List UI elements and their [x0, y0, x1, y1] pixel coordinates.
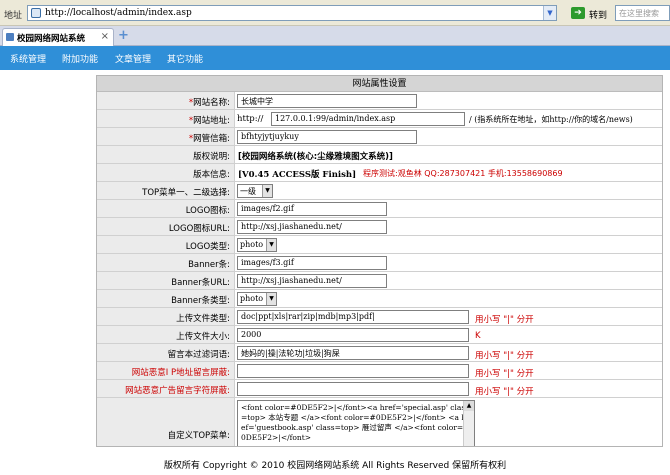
field-label: TOP菜单一、二级选择: [97, 182, 235, 199]
ip-block-hint: 用小写 "|" 分开 [475, 369, 534, 379]
field-label: 版本信息: [97, 164, 235, 181]
ip-block-input[interactable] [237, 364, 469, 378]
row-custom-top: 自定义TOP菜单: <font color=#0DE5F2>|</font><a… [97, 398, 662, 446]
address-dropdown-icon[interactable]: ▼ [543, 6, 556, 20]
row-banner: Banner条: images/f3.gif [97, 254, 662, 272]
custom-top-textarea[interactable]: <font color=#0DE5F2>|</font><a href='spe… [237, 400, 475, 446]
upload-types-hint: 用小写 "|" 分开 [475, 315, 534, 325]
field-label: 版权说明: [97, 146, 235, 163]
row-banner-url: Banner条URL: http://xsj.jiashanedu.net/ [97, 272, 662, 290]
field-label: 网站恶意I P地址留言屏蔽: [97, 362, 235, 379]
field-label: 上传文件大小: [97, 326, 235, 343]
row-logo-icon: LOGO图标: images/f2.gif [97, 200, 662, 218]
search-input[interactable]: 在这里搜索 [615, 5, 670, 21]
banner-input[interactable]: images/f3.gif [237, 256, 387, 270]
field-label: 自定义TOP菜单: [97, 398, 235, 446]
nav-extra-functions[interactable]: 附加功能 [62, 52, 98, 65]
version-note: 程序测试:观鱼林 QQ:287307421 手机:13558690869 [363, 169, 563, 178]
chevron-down-icon: ▼ [262, 185, 272, 197]
close-icon[interactable]: × [101, 31, 109, 42]
new-tab-icon[interactable]: + [118, 29, 130, 42]
filter-words-input[interactable]: 她妈的|操|法轮功|垃圾|狗屎 [237, 346, 469, 360]
version-value: [V0.45 ACCESS版 Finish] [238, 170, 357, 180]
banner-url-input[interactable]: http://xsj.jiashanedu.net/ [237, 274, 387, 288]
browser-tab[interactable]: 校园网络网站系统 × [2, 28, 114, 46]
tab-favicon-icon [6, 33, 14, 41]
field-label: 上传文件类型: [97, 308, 235, 325]
ad-block-input[interactable] [237, 382, 469, 396]
row-filter-words: 留言本过滤词语: 她妈的|操|法轮功|垃圾|狗屎 用小写 "|" 分开 [97, 344, 662, 362]
row-top-menu: TOP菜单一、二级选择: 一级 ▼ [97, 182, 662, 200]
nav-system-manage[interactable]: 系统管理 [10, 52, 46, 65]
copyright-value: [校园网络系统(核心:尘缘雅境图文系统)] [238, 152, 393, 162]
chevron-down-icon: ▼ [266, 293, 276, 305]
nav-other-functions[interactable]: 其它功能 [167, 52, 203, 65]
row-logo-type: LOGO类型: photo ▼ [97, 236, 662, 254]
row-admin-email: *网管信箱: bfhtyjytjuykuy [97, 128, 662, 146]
field-label: LOGO图标URL: [97, 218, 235, 235]
field-label: *网站名称: [97, 92, 235, 109]
site-name-input[interactable]: 长城中学 [237, 94, 417, 108]
nav-article-manage[interactable]: 文章管理 [115, 52, 151, 65]
site-url-hint: / (指系统所在地址，如http://你的域名/news) [469, 115, 633, 124]
field-label: Banner条类型: [97, 290, 235, 307]
upload-size-hint: K [475, 331, 481, 341]
row-copyright: 版权说明: [校园网络系统(核心:尘缘雅境图文系统)] [97, 146, 662, 164]
scroll-up-icon: ▲ [464, 401, 474, 411]
field-label: LOGO图标: [97, 200, 235, 217]
field-label: 留言本过滤词语: [97, 344, 235, 361]
address-url[interactable]: http://localhost/admin/index.asp [45, 8, 192, 18]
site-url-input[interactable]: 127.0.0.1:99/admin/index.asp [271, 112, 465, 126]
upload-types-input[interactable]: doc|ppt|xls|rar|zip|mdb|mp3|pdf| [237, 310, 469, 324]
filter-words-hint: 用小写 "|" 分开 [475, 351, 534, 361]
row-ad-block: 网站恶意广告留言字符屏蔽: 用小写 "|" 分开 [97, 380, 662, 398]
site-settings-panel: 网站属性设置 *网站名称: 长城中学 *网站地址: http:// 127.0.… [96, 75, 663, 447]
chevron-down-icon: ▼ [266, 239, 276, 251]
field-label: *网站地址: [97, 110, 235, 127]
row-upload-types: 上传文件类型: doc|ppt|xls|rar|zip|mdb|mp3|pdf|… [97, 308, 662, 326]
top-menu-select[interactable]: 一级 ▼ [237, 184, 273, 198]
textarea-scrollbar[interactable]: ▲ ▼ [463, 401, 474, 446]
tab-bar: 校园网络网站系统 × + [0, 26, 670, 46]
go-arrow-icon[interactable]: ➔ [571, 7, 585, 19]
go-button[interactable]: 转到 [589, 8, 607, 21]
row-site-url: *网站地址: http:// 127.0.0.1:99/admin/index.… [97, 110, 662, 128]
page-footer: 版权所有 Copyright © 2010 校园网络网站系统 All Right… [163, 461, 507, 471]
panel-title: 网站属性设置 [97, 76, 662, 92]
field-label: Banner条: [97, 254, 235, 271]
main-nav: 系统管理 附加功能 文章管理 其它功能 [0, 46, 670, 70]
row-version: 版本信息: [V0.45 ACCESS版 Finish] 程序测试:观鱼林 QQ… [97, 164, 662, 182]
field-label: Banner条URL: [97, 272, 235, 289]
address-toolbar: 地址 http://localhost/admin/index.asp ▼ ➔ … [0, 0, 670, 26]
address-label: 地址 [4, 11, 23, 21]
tab-title: 校园网络网站系统 [17, 34, 86, 44]
address-input[interactable]: http://localhost/admin/index.asp ▼ [27, 5, 557, 21]
ad-block-hint: 用小写 "|" 分开 [475, 387, 534, 397]
logo-type-select[interactable]: photo ▼ [237, 238, 277, 252]
url-prefix: http:// [237, 114, 264, 124]
row-site-name: *网站名称: 长城中学 [97, 92, 662, 110]
field-label: 网站恶意广告留言字符屏蔽: [97, 380, 235, 397]
field-label: *网管信箱: [97, 128, 235, 145]
logo-url-input[interactable]: http://xsj.jiashanedu.net/ [237, 220, 387, 234]
row-banner-type: Banner条类型: photo ▼ [97, 290, 662, 308]
page-icon [31, 8, 41, 18]
banner-type-select[interactable]: photo ▼ [237, 292, 277, 306]
admin-email-input[interactable]: bfhtyjytjuykuy [237, 130, 417, 144]
row-ip-block: 网站恶意I P地址留言屏蔽: 用小写 "|" 分开 [97, 362, 662, 380]
logo-icon-input[interactable]: images/f2.gif [237, 202, 387, 216]
upload-size-input[interactable]: 2000 [237, 328, 469, 342]
row-upload-size: 上传文件大小: 2000 K [97, 326, 662, 344]
field-label: LOGO类型: [97, 236, 235, 253]
row-logo-url: LOGO图标URL: http://xsj.jiashanedu.net/ [97, 218, 662, 236]
